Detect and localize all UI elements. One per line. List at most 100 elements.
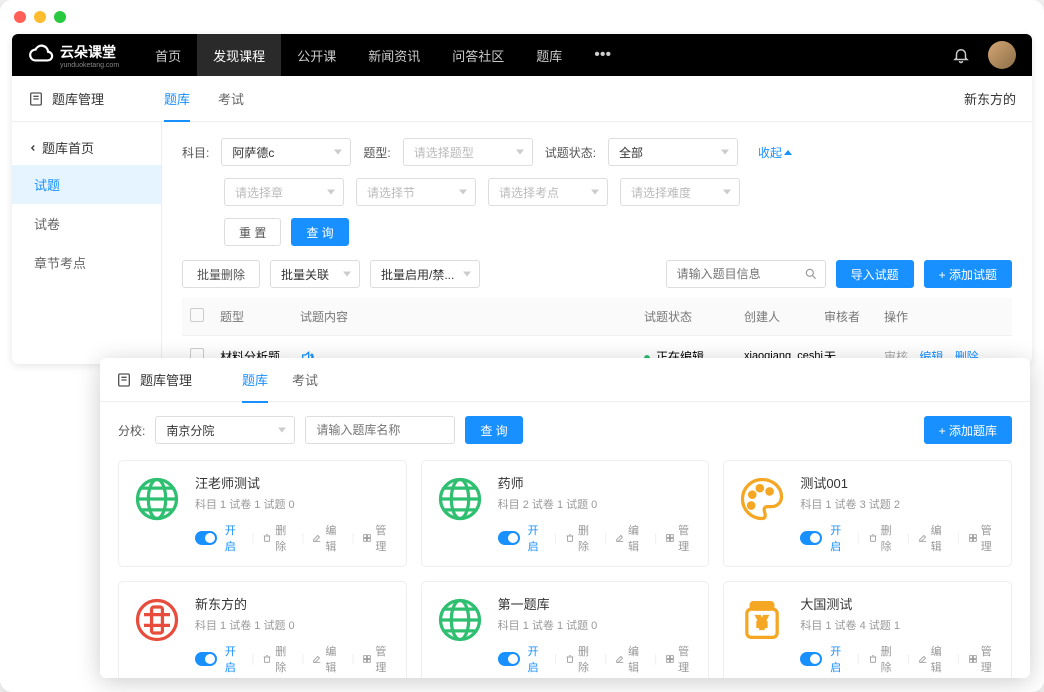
point-select[interactable]: 请选择考点 [488, 178, 608, 206]
nav-news[interactable]: 新闻资讯 [352, 34, 436, 76]
card-edit[interactable]: 编辑 [918, 643, 949, 675]
import-button[interactable]: 导入试题 [836, 260, 914, 288]
maximize-dot[interactable] [54, 11, 66, 23]
card-meta: 科目 1 试卷 3 试题 2 [800, 496, 999, 512]
cloud-logo-icon [28, 42, 54, 68]
add-question-button[interactable]: + 添加试题 [924, 260, 1012, 288]
bank-cards-grid: 汪老师测试科目 1 试卷 1 试题 0开启|删除|编辑|管理药师科目 2 试卷 … [118, 460, 1012, 678]
card-open-label: 开启 [528, 522, 547, 554]
subject-label: 科目: [182, 144, 209, 161]
card-toggle[interactable] [800, 531, 822, 545]
card-icon [736, 473, 788, 525]
bell-icon[interactable] [952, 46, 970, 64]
logo-text: 云朵课堂 [60, 42, 119, 62]
search-button[interactable]: 查 询 [291, 218, 348, 246]
top-nav: 云朵课堂 yunduoketang.com 首页 发现课程 公开课 新闻资讯 问… [12, 34, 1032, 76]
bank-name-input[interactable] [305, 416, 455, 444]
nav-bank[interactable]: 题库 [520, 34, 578, 76]
card-delete[interactable]: 删除 [868, 522, 899, 554]
sidebar-back[interactable]: 题库首页 [12, 130, 161, 165]
chapter-select[interactable]: 请选择章 [224, 178, 344, 206]
collapse-link[interactable]: 收起 [758, 144, 792, 161]
subject-select[interactable]: 阿萨德c [221, 138, 351, 166]
card-toggle[interactable] [800, 652, 822, 666]
card-toggle[interactable] [498, 531, 520, 545]
minimize-dot[interactable] [34, 11, 46, 23]
card-icon [131, 594, 183, 646]
card-delete[interactable]: 删除 [868, 643, 899, 675]
sidebar-item-questions[interactable]: 试题 [12, 165, 161, 204]
win2-header: 题库管理 题库 考试 [100, 358, 1030, 402]
th-status: 试题状态 [644, 308, 744, 325]
card-toggle[interactable] [195, 652, 217, 666]
card-edit[interactable]: 编辑 [615, 522, 646, 554]
bank-card[interactable]: 汪老师测试科目 1 试卷 1 试题 0开启|删除|编辑|管理 [118, 460, 407, 567]
nav-home[interactable]: 首页 [139, 34, 197, 76]
card-manage[interactable]: 管理 [665, 643, 696, 675]
window-controls [0, 0, 1044, 34]
card-edit[interactable]: 编辑 [918, 522, 949, 554]
card-manage[interactable]: 管理 [362, 522, 393, 554]
th-content: 试题内容 [300, 308, 644, 325]
bank-card[interactable]: 测试001科目 1 试卷 3 试题 2开启|删除|编辑|管理 [723, 460, 1012, 567]
win2-tab-bank[interactable]: 题库 [242, 358, 268, 403]
win2-tab-exam[interactable]: 考试 [292, 358, 318, 403]
nav-discover[interactable]: 发现课程 [197, 34, 281, 76]
nav-qa[interactable]: 问答社区 [436, 34, 520, 76]
sidebar-item-chapters[interactable]: 章节考点 [12, 243, 161, 282]
card-toggle[interactable] [498, 652, 520, 666]
page-title: 题库管理 [52, 89, 104, 108]
table-header: 题型 试题内容 试题状态 创建人 审核者 操作 [182, 298, 1012, 336]
card-toggle[interactable] [195, 531, 217, 545]
reset-button[interactable]: 重 置 [224, 218, 281, 246]
card-edit[interactable]: 编辑 [312, 522, 343, 554]
bank-icon [116, 372, 132, 388]
add-bank-button[interactable]: + 添加题库 [924, 416, 1012, 444]
bank-card[interactable]: 第一题库科目 1 试卷 1 试题 0开启|删除|编辑|管理 [421, 581, 710, 678]
select-all-checkbox[interactable] [190, 308, 204, 322]
bank-card[interactable]: 新东方的科目 1 试卷 1 试题 0开启|删除|编辑|管理 [118, 581, 407, 678]
card-manage[interactable]: 管理 [968, 643, 999, 675]
batch-toggle-select[interactable]: 批量启用/禁... [370, 260, 480, 288]
card-delete[interactable]: 删除 [262, 522, 293, 554]
logo[interactable]: 云朵课堂 yunduoketang.com [28, 42, 119, 69]
nav-more[interactable]: ••• [578, 46, 627, 64]
card-meta: 科目 1 试卷 1 试题 0 [498, 617, 697, 633]
card-meta: 科目 1 试卷 1 试题 0 [195, 617, 394, 633]
tab-bank[interactable]: 题库 [164, 76, 190, 122]
type-select[interactable]: 请选择题型 [403, 138, 533, 166]
card-edit[interactable]: 编辑 [312, 643, 343, 675]
search-input[interactable] [666, 260, 826, 288]
card-title: 测试001 [800, 473, 999, 492]
batch-delete-button[interactable]: 批量删除 [182, 260, 260, 288]
win2-search-button[interactable]: 查 询 [465, 416, 522, 444]
card-open-label: 开启 [830, 522, 849, 554]
sidebar-item-papers[interactable]: 试卷 [12, 204, 161, 243]
difficulty-select[interactable]: 请选择难度 [620, 178, 740, 206]
card-icon [131, 473, 183, 525]
card-manage[interactable]: 管理 [968, 522, 999, 554]
card-title: 第一题库 [498, 594, 697, 613]
breadcrumb-right: 新东方的 [964, 89, 1016, 108]
avatar[interactable] [988, 41, 1016, 69]
close-dot[interactable] [14, 11, 26, 23]
th-type: 题型 [220, 308, 300, 325]
card-edit[interactable]: 编辑 [615, 643, 646, 675]
batch-relate-select[interactable]: 批量关联 [270, 260, 360, 288]
card-delete[interactable]: 删除 [262, 643, 293, 675]
bank-card[interactable]: 药师科目 2 试卷 1 试题 0开启|删除|编辑|管理 [421, 460, 710, 567]
question-detail-window: 云朵课堂 yunduoketang.com 首页 发现课程 公开课 新闻资讯 问… [12, 34, 1032, 364]
nav-open-class[interactable]: 公开课 [281, 34, 352, 76]
branch-select[interactable]: 南京分院 [155, 416, 295, 444]
bank-card[interactable]: ¥大国测试科目 1 试卷 4 试题 1开启|删除|编辑|管理 [723, 581, 1012, 678]
card-delete[interactable]: 删除 [565, 643, 596, 675]
card-manage[interactable]: 管理 [362, 643, 393, 675]
status-select[interactable]: 全部 [608, 138, 738, 166]
card-manage[interactable]: 管理 [665, 522, 696, 554]
sidebar: 题库首页 试题 试卷 章节考点 [12, 122, 162, 364]
card-delete[interactable]: 删除 [565, 522, 596, 554]
section-select[interactable]: 请选择节 [356, 178, 476, 206]
card-icon [434, 594, 486, 646]
bank-list-window: 题库管理 题库 考试 分校: 南京分院 查 询 + 添加题库 汪老师测试科目 1… [100, 358, 1030, 678]
tab-exam[interactable]: 考试 [218, 76, 244, 122]
